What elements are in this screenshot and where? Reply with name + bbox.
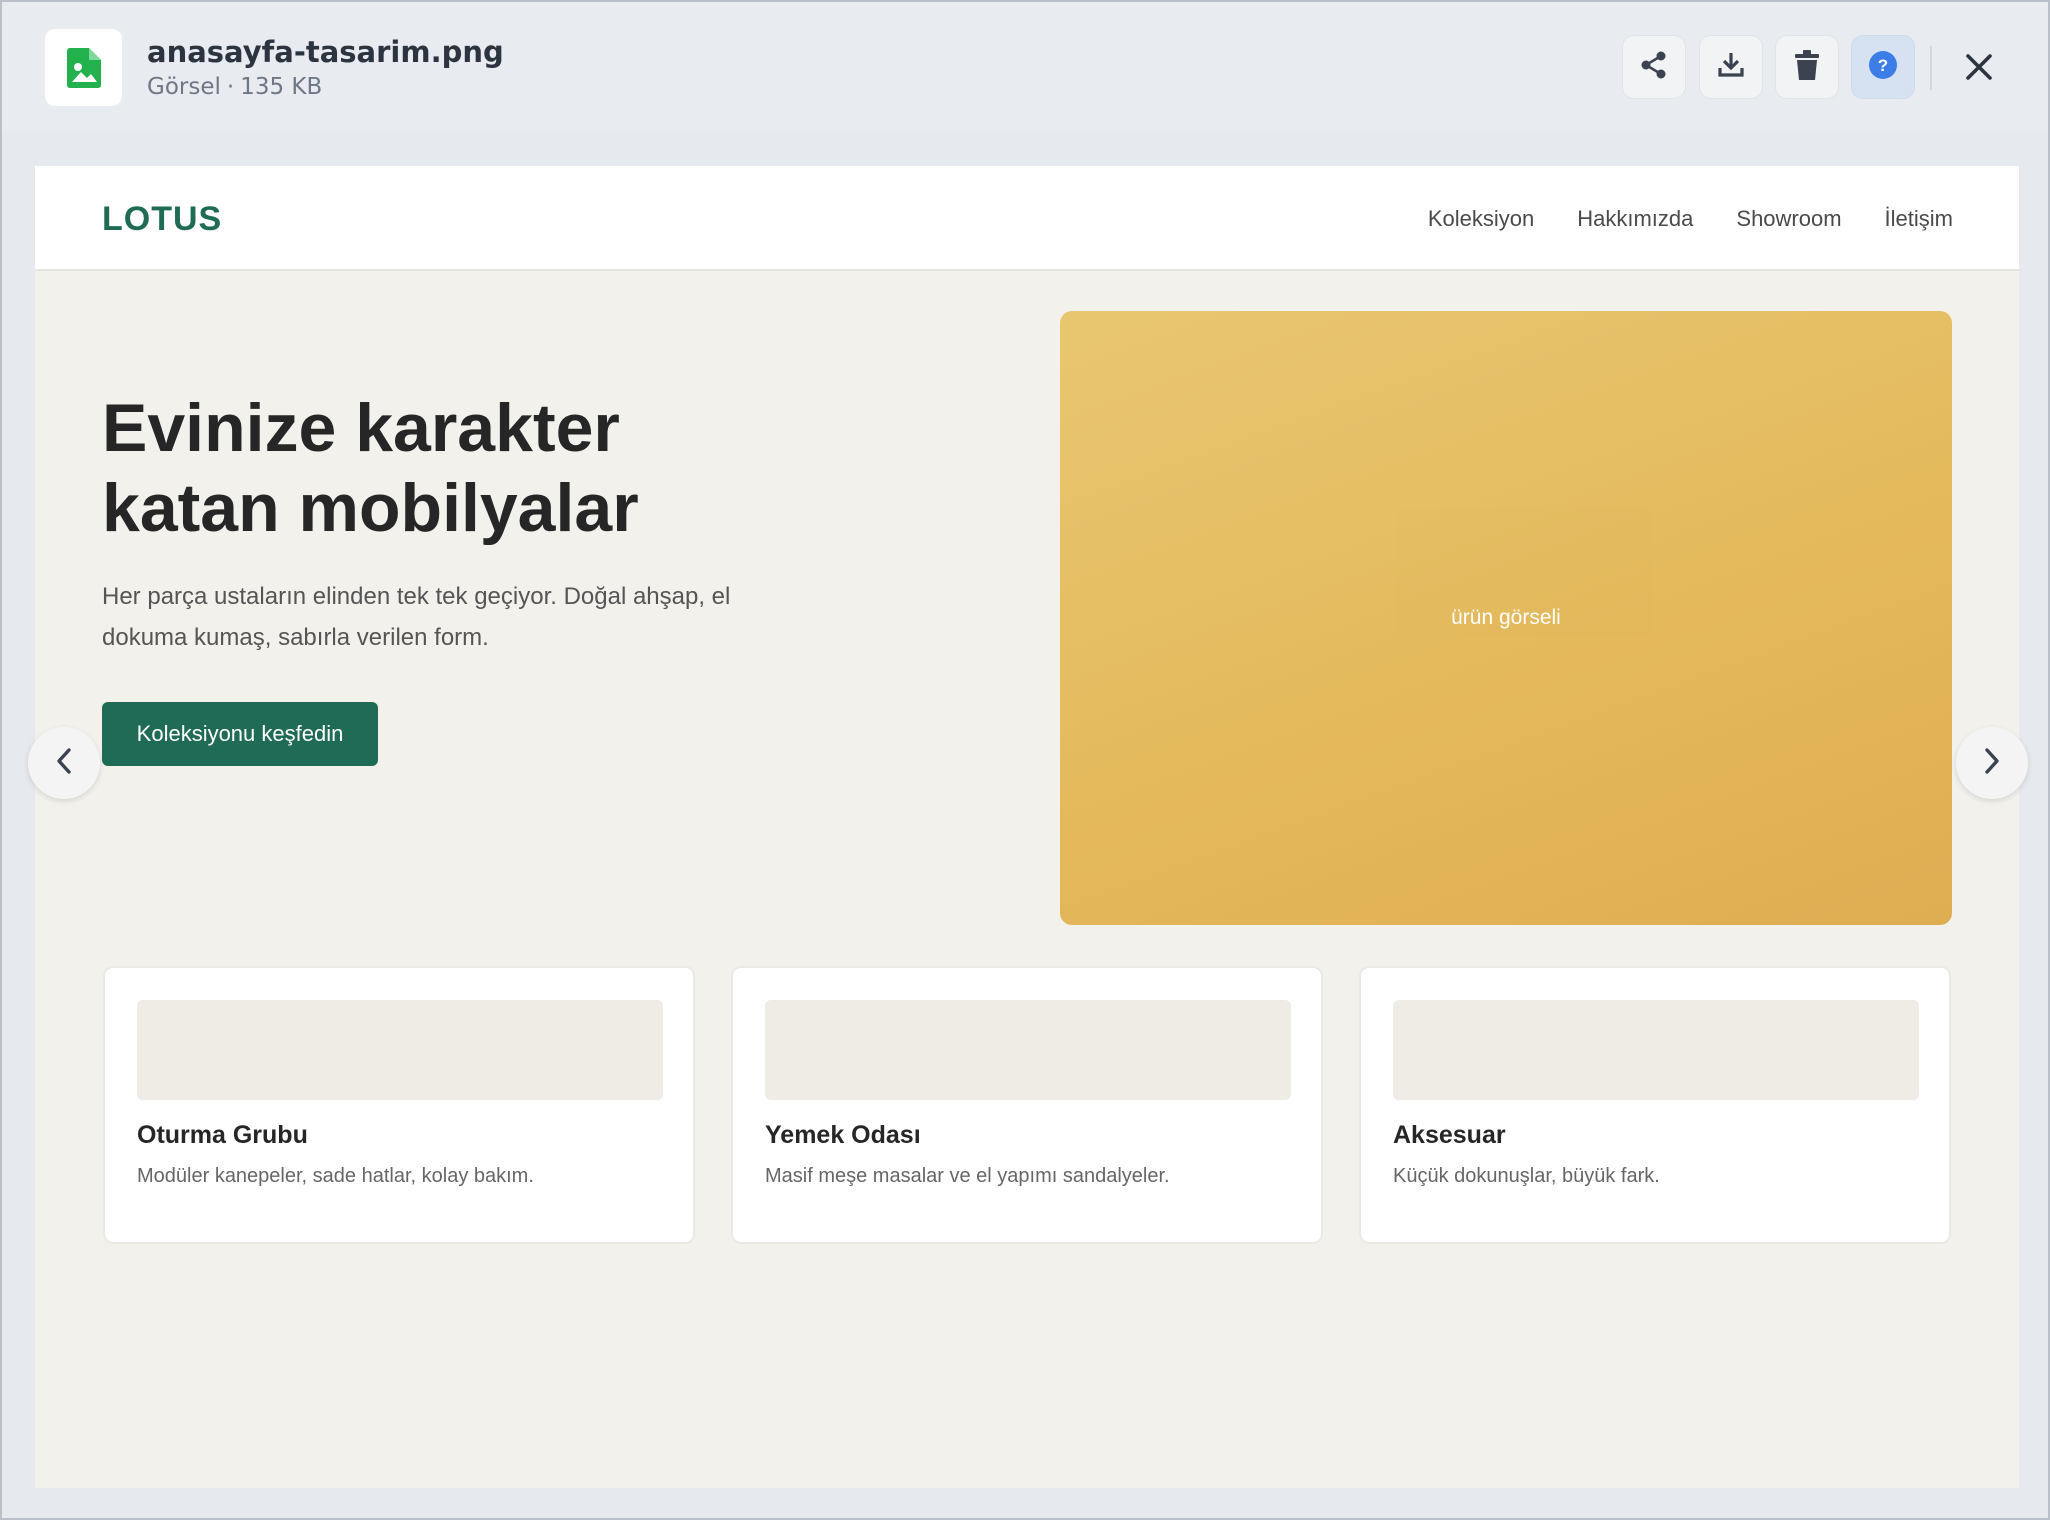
hero-title: Evinize karakter katan mobilyalar <box>102 388 922 548</box>
card-description: Küçük dokunuşlar, büyük fark. <box>1393 1165 1660 1187</box>
help-icon: ? <box>1868 50 1898 85</box>
card-title: Oturma Grubu <box>137 1121 308 1149</box>
close-icon <box>1964 52 1994 87</box>
card-thumbnail <box>137 1000 663 1100</box>
category-card: Aksesuar Küçük dokunuşlar, büyük fark. <box>1359 966 1951 1244</box>
share-button[interactable] <box>1622 35 1686 99</box>
category-card: Oturma Grubu Modüler kanepeler, sade hat… <box>103 966 695 1244</box>
chevron-left-icon <box>51 746 77 781</box>
image-file-icon <box>45 29 122 106</box>
hero-subtitle: Her parça ustaların elinden tek tek geçi… <box>102 583 731 651</box>
cta-button: Koleksiyonu keşfedin <box>102 702 378 766</box>
previous-image-button[interactable] <box>28 727 100 799</box>
download-button[interactable] <box>1699 35 1763 99</box>
file-type: Görsel <box>147 74 221 100</box>
hero-image-label: ürün görseli <box>1451 606 1561 629</box>
image-viewer: anasayfa-tasarim.png Görsel · 135 KB ? L… <box>0 0 2050 1520</box>
category-card: Yemek Odası Masif meşe masalar ve el yap… <box>731 966 1323 1244</box>
close-button[interactable] <box>1947 37 2011 101</box>
file-meta: Görsel · 135 KB <box>147 74 322 100</box>
card-description: Masif meşe masalar ve el yapımı sandalye… <box>765 1165 1170 1187</box>
share-icon <box>1639 50 1669 85</box>
toolbar-divider <box>1930 46 1932 90</box>
nav-link-showroom: Showroom <box>1736 206 1842 231</box>
download-icon <box>1716 50 1746 85</box>
chevron-right-icon <box>1979 746 2005 781</box>
category-cards: Oturma Grubu Modüler kanepeler, sade hat… <box>103 966 1951 1244</box>
site-navbar: LOTUS Koleksiyon Hakkımızda Showroom İle… <box>35 166 2019 271</box>
viewer-header: anasayfa-tasarim.png Görsel · 135 KB ? <box>2 2 2048 132</box>
hero-title-line-1: Evinize karakter <box>102 390 620 466</box>
card-thumbnail <box>1393 1000 1919 1100</box>
card-title: Yemek Odası <box>765 1121 921 1149</box>
delete-button[interactable] <box>1775 35 1839 99</box>
file-name: anasayfa-tasarim.png <box>147 35 504 69</box>
nav-link-hakkimizda: Hakkımızda <box>1577 206 1694 231</box>
next-image-button[interactable] <box>1956 727 2028 799</box>
trash-icon <box>1792 49 1822 86</box>
nav-link-koleksiyon: Koleksiyon <box>1427 206 1535 231</box>
image-preview: LOTUS Koleksiyon Hakkımızda Showroom İle… <box>35 166 2019 1488</box>
site-nav-links: Koleksiyon Hakkımızda Showroom İletişim <box>1428 206 1953 232</box>
help-glyph: ? <box>1878 56 1888 75</box>
card-description: Modüler kanepeler, sade hatlar, kolay ba… <box>137 1165 534 1187</box>
file-meta-separator: · <box>226 74 235 100</box>
info-button[interactable]: ? <box>1851 35 1915 99</box>
card-thumbnail <box>765 1000 1291 1100</box>
file-size: 135 KB <box>240 74 323 100</box>
site-logo: LOTUS <box>102 200 223 238</box>
hero-title-line-2: katan mobilyalar <box>102 470 639 546</box>
hero-image-placeholder: ürün görseli <box>1060 311 1952 925</box>
card-title: Aksesuar <box>1393 1121 1506 1149</box>
nav-link-iletisim: İletişim <box>1884 206 1953 231</box>
